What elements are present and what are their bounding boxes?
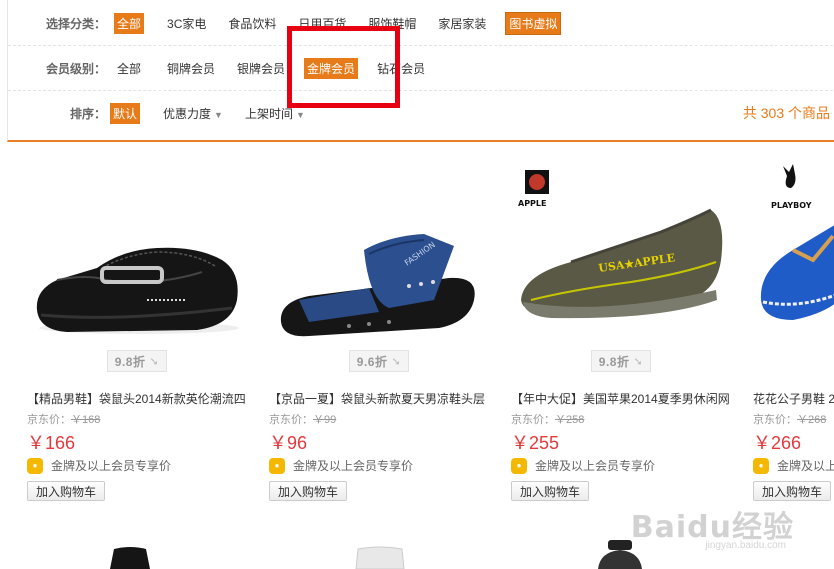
arrow-down-right-icon: ➘ xyxy=(149,355,160,368)
product-image-next-row[interactable] xyxy=(350,545,410,569)
arrow-down-icon: ▼ xyxy=(295,109,305,120)
discount-badge: 9.8折 ➘ xyxy=(591,350,651,372)
product-image-sandal[interactable]: FASHION xyxy=(269,150,491,350)
add-to-cart-button[interactable]: 加入购物车 xyxy=(269,481,348,501)
member-note-text: 金牌及以上会员专享价 xyxy=(777,459,834,473)
jd-price-label: 京东价： xyxy=(511,414,555,426)
discount-text: 9.6折 xyxy=(356,354,388,369)
category-books[interactable]: 图书虚拟 xyxy=(505,12,562,35)
sort-row: 排序： 默认 优惠力度▼ 上架时间▼ 共 303 个商品 1 xyxy=(8,91,834,135)
discount-badge: 9.8折 ➘ xyxy=(107,350,167,372)
member-note: ● 金牌及以上会员专享价 xyxy=(269,457,413,474)
arrow-down-icon: ▼ xyxy=(214,109,223,120)
product-title[interactable]: 【年中大促】美国苹果2014夏季男休闲网 xyxy=(511,390,733,407)
product-count: 共 303 个商品 xyxy=(742,105,830,121)
watermark-url: jingyan.baidu.com xyxy=(705,540,786,551)
apple-logo: APPLE xyxy=(518,170,549,208)
discount-text: 9.8折 xyxy=(114,354,146,369)
highlight-box xyxy=(287,26,400,108)
gold-member-icon: ● xyxy=(27,457,43,474)
jd-price: 京东价：￥168 xyxy=(27,411,100,427)
jd-price-label: 京东价： xyxy=(269,414,313,426)
member-price: ￥255 xyxy=(511,433,560,453)
member-silver[interactable]: 银牌会员 xyxy=(234,58,288,79)
jd-price-label: 京东价： xyxy=(753,414,797,426)
playboy-logo: PLAYBOY xyxy=(771,164,812,210)
product-title[interactable]: 花花公子男鞋 2 xyxy=(753,390,834,407)
arrow-down-right-icon: ➘ xyxy=(391,355,402,368)
gold-member-icon: ● xyxy=(269,457,285,474)
jd-price-value: ￥268 xyxy=(797,414,827,426)
product-title[interactable]: 【京品一夏】袋鼠头新款夏天男凉鞋头层 xyxy=(269,390,491,407)
jd-price-label: 京东价： xyxy=(27,414,71,426)
jd-price-value: ￥99 xyxy=(313,414,337,426)
product-image-loafer[interactable] xyxy=(27,150,249,350)
member-level-filter-row: 会员级别： 全部 铜牌会员 银牌会员 金牌会员 钻石会员 xyxy=(8,47,834,91)
category-3c[interactable]: 3C家电 xyxy=(164,13,209,34)
member-note: ● 金牌及以上会员专享价 xyxy=(753,457,834,474)
member-price: ￥266 xyxy=(753,433,802,453)
add-to-cart-button[interactable]: 加入购物车 xyxy=(27,481,106,501)
member-note: ● 金牌及以上会员专享价 xyxy=(27,457,171,474)
discount-badge: 9.6折 ➘ xyxy=(349,350,409,372)
product-image-mesh-shoe[interactable]: APPLE USA★APPLE xyxy=(511,150,733,350)
member-note-text: 金牌及以上会员专享价 xyxy=(535,459,656,473)
playboy-logo-text: PLAYBOY xyxy=(771,201,812,210)
sort-label: 排序： xyxy=(69,106,106,121)
sort-default[interactable]: 默认 xyxy=(110,102,141,124)
discount-text: 9.8折 xyxy=(598,354,630,369)
sort-discount-label: 优惠力度 xyxy=(163,106,212,121)
member-level-label: 会员级别： xyxy=(45,62,106,76)
product-card: APPLE USA★APPLE 9.8折 ➘ 【年中大促】美国苹果2014夏季男休… xyxy=(511,150,733,510)
member-note: ● 金牌及以上会员专享价 xyxy=(511,457,655,474)
category-food[interactable]: 食品饮料 xyxy=(225,13,279,34)
product-title[interactable]: 【精品男鞋】袋鼠头2014新款英伦潮流四 xyxy=(27,390,249,407)
jd-price: 京东价：￥99 xyxy=(269,411,336,427)
category-filter-label: 选择分类： xyxy=(45,17,106,31)
product-card: PLAYBOY 花花公子男鞋 2 京东价：￥268 ￥266 ● 金牌及以上会员专… xyxy=(753,150,834,510)
member-all[interactable]: 全部 xyxy=(114,58,144,79)
category-home[interactable]: 家居家装 xyxy=(435,13,489,34)
filter-panel: 选择分类： 全部 3C家电 食品饮料 日用百货 服饰鞋帽 家居家装 图书虚拟 会… xyxy=(7,0,834,142)
add-to-cart-button[interactable]: 加入购物车 xyxy=(753,481,832,501)
member-bronze[interactable]: 铜牌会员 xyxy=(164,58,218,79)
category-filter-row: 选择分类： 全部 3C家电 食品饮料 日用百货 服饰鞋帽 家居家装 图书虚拟 xyxy=(8,2,834,46)
jd-price: 京东价：￥268 xyxy=(753,411,826,427)
product-image-blue-shoe[interactable]: PLAYBOY xyxy=(753,150,834,350)
gold-member-icon: ● xyxy=(511,457,527,474)
jd-price-value: ￥168 xyxy=(71,414,101,426)
add-to-cart-button[interactable]: 加入购物车 xyxy=(511,481,590,501)
product-image-next-row[interactable] xyxy=(100,545,160,569)
gold-member-icon: ● xyxy=(753,457,769,474)
category-all[interactable]: 全部 xyxy=(114,13,145,34)
product-card: 9.8折 ➘ 【精品男鞋】袋鼠头2014新款英伦潮流四 京东价：￥168 ￥166… xyxy=(27,150,249,510)
arrow-down-right-icon: ➘ xyxy=(633,355,644,368)
apple-logo-text: APPLE xyxy=(518,199,546,208)
member-price: ￥96 xyxy=(269,433,308,453)
jd-price: 京东价：￥258 xyxy=(511,411,584,427)
sort-new-label: 上架时间 xyxy=(244,106,293,121)
member-note-text: 金牌及以上会员专享价 xyxy=(51,459,172,473)
sort-discount[interactable]: 优惠力度 ▼ xyxy=(160,103,226,124)
member-price: ￥166 xyxy=(27,433,76,453)
product-card: FASHION 9.6折 ➘ 【京品一夏】袋鼠头新款夏天男凉鞋头层 京东价：￥99… xyxy=(269,150,491,510)
member-note-text: 金牌及以上会员专享价 xyxy=(293,459,414,473)
jd-price-value: ￥258 xyxy=(555,414,585,426)
